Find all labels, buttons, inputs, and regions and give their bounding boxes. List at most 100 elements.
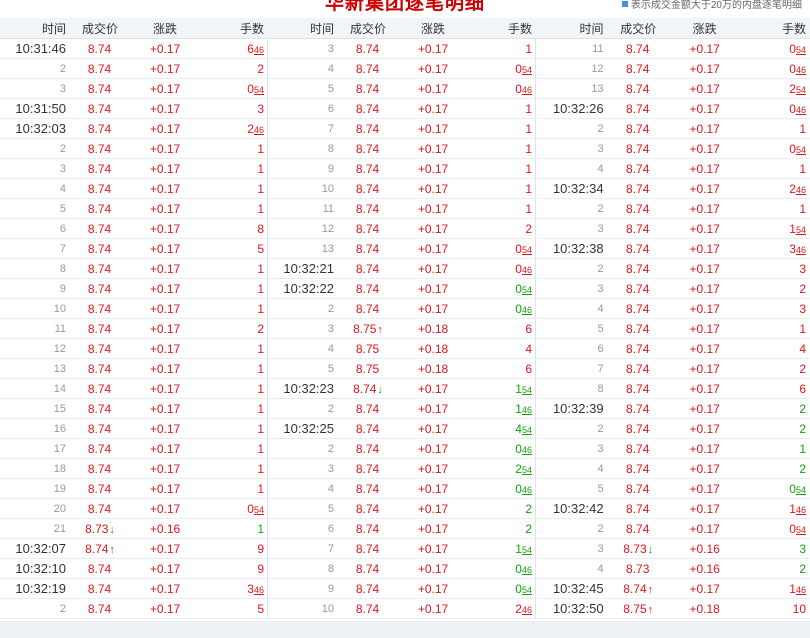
- table-row[interactable]: 3 8.74 +0.17 254: [268, 458, 536, 479]
- table-row[interactable]: 10:32:19 8.74 +0.17 346: [0, 578, 268, 599]
- table-row[interactable]: 4 8.74 +0.17 046: [268, 478, 536, 499]
- table-row[interactable]: 8 8.74 +0.17 6: [536, 378, 810, 399]
- header-change[interactable]: 涨跌: [668, 18, 741, 39]
- table-row[interactable]: 10 8.74 +0.17 1: [0, 298, 268, 319]
- table-row[interactable]: 5 8.74 +0.17 054: [536, 478, 810, 499]
- header-price[interactable]: 成交价: [607, 18, 669, 39]
- bottom-scrollbar[interactable]: [0, 621, 810, 638]
- table-row[interactable]: 4 8.73 +0.16 2: [536, 558, 810, 579]
- table-row[interactable]: 3 8.74 +0.17 154: [536, 218, 810, 239]
- header-time[interactable]: 时间: [268, 18, 338, 39]
- table-row[interactable]: 10:32:21 8.74 +0.17 046: [268, 258, 536, 279]
- header-change[interactable]: 涨跌: [398, 18, 468, 39]
- table-row[interactable]: 9 8.74 +0.17 1: [268, 158, 536, 179]
- table-row[interactable]: 17 8.74 +0.17 1: [0, 438, 268, 459]
- table-row[interactable]: 2 8.74 +0.17 2: [0, 58, 268, 79]
- table-row[interactable]: 2 8.74 +0.17 054: [536, 518, 810, 539]
- table-row[interactable]: 10:32:39 8.74 +0.17 2: [536, 398, 810, 419]
- table-row[interactable]: 19 8.74 +0.17 1: [0, 478, 268, 499]
- table-row[interactable]: 15 8.74 +0.17 1: [0, 398, 268, 419]
- table-row[interactable]: 3 8.74 +0.17 1: [536, 438, 810, 459]
- table-row[interactable]: 3 8.74 +0.17 054: [0, 78, 268, 99]
- table-row[interactable]: 13 8.74 +0.17 054: [268, 238, 536, 259]
- table-row[interactable]: 21 8.73↓ +0.16 1: [0, 518, 268, 539]
- table-row[interactable]: 14 8.74 +0.17 1: [0, 378, 268, 399]
- table-row[interactable]: 3 8.74 +0.17 054: [536, 138, 810, 159]
- table-row[interactable]: 5 8.74 +0.17 046: [268, 78, 536, 99]
- table-row[interactable]: 2 8.74 +0.17 146: [268, 398, 536, 419]
- table-row[interactable]: 7 8.74 +0.17 5: [0, 238, 268, 259]
- table-row[interactable]: 11 8.74 +0.17 1: [268, 198, 536, 219]
- table-row[interactable]: 10:31:46 8.74 +0.17 646: [0, 38, 268, 59]
- table-row[interactable]: 2 8.74 +0.17 1: [536, 198, 810, 219]
- table-row[interactable]: 3 8.73↓ +0.16 3: [536, 538, 810, 559]
- table-row[interactable]: 10:32:23 8.74↓ +0.17 154: [268, 378, 536, 399]
- table-row[interactable]: 12 8.74 +0.17 2: [268, 218, 536, 239]
- table-row[interactable]: 2 8.74 +0.17 1: [0, 138, 268, 159]
- table-row[interactable]: 13 8.74 +0.17 254: [536, 78, 810, 99]
- table-row[interactable]: 3 8.75↑ +0.18 6: [268, 318, 536, 339]
- header-volume[interactable]: 手数: [468, 18, 536, 39]
- table-row[interactable]: 2 8.74 +0.17 5: [0, 598, 268, 619]
- header-volume[interactable]: 手数: [740, 18, 810, 39]
- header-volume[interactable]: 手数: [200, 18, 268, 39]
- table-row[interactable]: 10:32:34 8.74 +0.17 246: [536, 178, 810, 199]
- table-row[interactable]: 10:32:26 8.74 +0.17 046: [536, 98, 810, 119]
- table-row[interactable]: 4 8.74 +0.17 1: [536, 158, 810, 179]
- table-row[interactable]: 10 8.74 +0.17 1: [268, 178, 536, 199]
- table-row[interactable]: 4 8.74 +0.17 3: [536, 298, 810, 319]
- table-row[interactable]: 12 8.74 +0.17 1: [0, 338, 268, 359]
- table-row[interactable]: 2 8.74 +0.17 2: [536, 418, 810, 439]
- table-row[interactable]: 3 8.74 +0.17 1: [268, 38, 536, 59]
- table-row[interactable]: 3 8.74 +0.17 2: [536, 278, 810, 299]
- table-row[interactable]: 4 8.74 +0.17 1: [0, 178, 268, 199]
- header-time[interactable]: 时间: [536, 18, 608, 39]
- table-row[interactable]: 9 8.74 +0.17 1: [0, 278, 268, 299]
- table-row[interactable]: 6 8.74 +0.17 2: [268, 518, 536, 539]
- header-change[interactable]: 涨跌: [130, 18, 200, 39]
- table-row[interactable]: 5 8.74 +0.17 1: [0, 198, 268, 219]
- table-row[interactable]: 8 8.74 +0.17 1: [0, 258, 268, 279]
- table-row[interactable]: 5 8.75 +0.18 6: [268, 358, 536, 379]
- table-row[interactable]: 2 8.74 +0.17 046: [268, 298, 536, 319]
- table-row[interactable]: 18 8.74 +0.17 1: [0, 458, 268, 479]
- table-row[interactable]: 11 8.74 +0.17 054: [536, 38, 810, 59]
- table-row[interactable]: 7 8.74 +0.17 2: [536, 358, 810, 379]
- table-row[interactable]: 2 8.74 +0.17 046: [268, 438, 536, 459]
- table-row[interactable]: 4 8.75 +0.18 4: [268, 338, 536, 359]
- table-row[interactable]: 10:32:10 8.74 +0.17 9: [0, 558, 268, 579]
- table-row[interactable]: 5 8.74 +0.17 1: [536, 318, 810, 339]
- table-row[interactable]: 9 8.74 +0.17 054: [268, 578, 536, 599]
- table-row[interactable]: 10:32:25 8.74 +0.17 454: [268, 418, 536, 439]
- table-row[interactable]: 6 8.74 +0.17 8: [0, 218, 268, 239]
- table-row[interactable]: 3 8.74 +0.17 1: [0, 158, 268, 179]
- table-row[interactable]: 2 8.74 +0.17 1: [536, 118, 810, 139]
- table-row[interactable]: 10:32:22 8.74 +0.17 054: [268, 278, 536, 299]
- table-row[interactable]: 10:32:45 8.74↑ +0.17 146: [536, 578, 810, 599]
- table-row[interactable]: 10:32:03 8.74 +0.17 246: [0, 118, 268, 139]
- table-row[interactable]: 4 8.74 +0.17 054: [268, 58, 536, 79]
- table-row[interactable]: 16 8.74 +0.17 1: [0, 418, 268, 439]
- table-row[interactable]: 6 8.74 +0.17 4: [536, 338, 810, 359]
- table-row[interactable]: 10:32:42 8.74 +0.17 146: [536, 498, 810, 519]
- table-row[interactable]: 7 8.74 +0.17 154: [268, 538, 536, 559]
- table-row[interactable]: 11 8.74 +0.17 2: [0, 318, 268, 339]
- table-row[interactable]: 7 8.74 +0.17 1: [268, 118, 536, 139]
- table-row[interactable]: 10:31:50 8.74 +0.17 3: [0, 98, 268, 119]
- table-row[interactable]: 10:32:38 8.74 +0.17 346: [536, 238, 810, 259]
- header-price[interactable]: 成交价: [338, 18, 398, 39]
- table-row[interactable]: 5 8.74 +0.17 2: [268, 498, 536, 519]
- table-row[interactable]: 13 8.74 +0.17 1: [0, 358, 268, 379]
- table-row[interactable]: 20 8.74 +0.17 054: [0, 498, 268, 519]
- table-row[interactable]: 10:32:50 8.75↑ +0.18 10: [536, 598, 810, 619]
- table-row[interactable]: 8 8.74 +0.17 046: [268, 558, 536, 579]
- table-row[interactable]: 10:32:07 8.74↑ +0.17 9: [0, 538, 268, 559]
- header-price[interactable]: 成交价: [70, 18, 130, 39]
- table-row[interactable]: 10 8.74 +0.17 246: [268, 598, 536, 619]
- table-row[interactable]: 2 8.74 +0.17 3: [536, 258, 810, 279]
- table-row[interactable]: 12 8.74 +0.17 046: [536, 58, 810, 79]
- table-row[interactable]: 8 8.74 +0.17 1: [268, 138, 536, 159]
- table-row[interactable]: 6 8.74 +0.17 1: [268, 98, 536, 119]
- table-row[interactable]: 4 8.74 +0.17 2: [536, 458, 810, 479]
- header-time[interactable]: 时间: [0, 18, 70, 39]
